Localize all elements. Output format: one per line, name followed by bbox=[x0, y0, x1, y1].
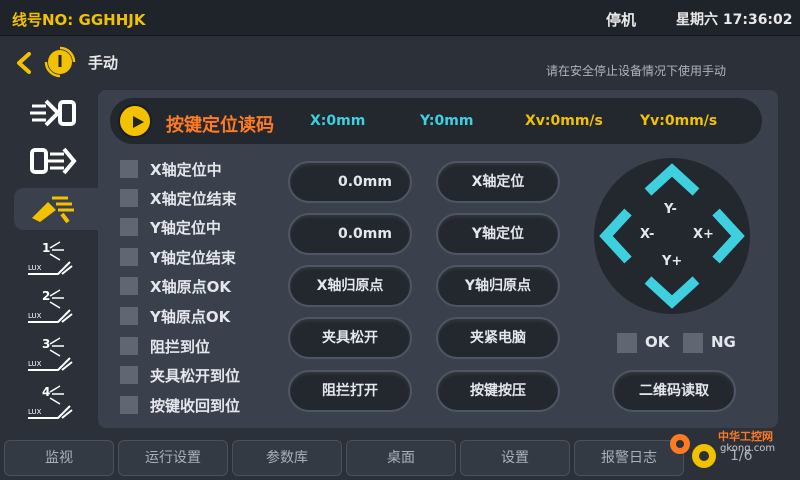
status-label: 夹具松开到位 bbox=[150, 367, 241, 385]
status-lamp bbox=[120, 248, 138, 266]
station-4-icon: 4 LUX bbox=[28, 385, 73, 419]
clamp-pc-button[interactable]: 夹紧电脑 bbox=[436, 317, 560, 359]
status-lamp bbox=[120, 218, 138, 236]
status-lamp bbox=[120, 189, 138, 207]
station-number: 3 bbox=[42, 337, 50, 351]
station-number: 4 bbox=[42, 385, 50, 399]
y-velocity-readout: Yv:0mm/s bbox=[640, 113, 718, 129]
ng-label: NG bbox=[711, 333, 736, 351]
top-status-bar: 线号NO: GGHHJK 停机 星期六 17:36:02 bbox=[0, 0, 800, 36]
stopper-open-button[interactable]: 阻拦打开 bbox=[288, 370, 412, 412]
nav-monitor[interactable]: 监视 bbox=[4, 440, 114, 476]
status-lamp bbox=[120, 160, 138, 178]
station-lux: LUX bbox=[28, 312, 42, 320]
status-label: X轴定位结束 bbox=[150, 190, 237, 208]
y-position-input[interactable]: 0.0mm bbox=[288, 213, 412, 255]
status-label: Y轴定位中 bbox=[150, 219, 221, 237]
jog-x-minus-label: X- bbox=[640, 227, 655, 242]
clock: 星期六 17:36:02 bbox=[676, 12, 793, 28]
key-press-button[interactable]: 按键按压 bbox=[436, 370, 560, 412]
ok-label: OK bbox=[645, 333, 670, 351]
station-number: 2 bbox=[42, 289, 50, 303]
x-locate-button[interactable]: X轴定位 bbox=[436, 161, 560, 203]
watermark-url: gkong.com bbox=[720, 443, 776, 454]
status-label: 阻拦到位 bbox=[150, 338, 211, 356]
machine-state: 停机 bbox=[606, 11, 637, 29]
manual-screen: 线号NO: GGHHJK 停机 星期六 17:36:02 手动 请在安全停止设备… bbox=[0, 0, 800, 480]
status-lamp bbox=[120, 307, 138, 325]
ng-lamp bbox=[683, 333, 703, 353]
watermark-text: 中华工控网 bbox=[718, 430, 773, 443]
axis-out-icon bbox=[30, 99, 76, 127]
status-label: Y轴原点OK bbox=[150, 308, 231, 326]
gripper-icon bbox=[32, 196, 74, 224]
sidebar-item-axis-in[interactable] bbox=[14, 140, 98, 182]
jog-up-arrow-icon[interactable] bbox=[644, 163, 700, 196]
x-position-readout: X:0mm bbox=[310, 113, 366, 129]
nav-parameter-library[interactable]: 参数库 bbox=[232, 440, 342, 476]
y-locate-button[interactable]: Y轴定位 bbox=[436, 213, 560, 255]
fixture-release-button[interactable]: 夹具松开 bbox=[288, 317, 412, 359]
sidebar-item-axis-out[interactable] bbox=[14, 92, 98, 134]
station-1-icon: 1 LUX bbox=[28, 241, 73, 275]
station-2-icon: 2 LUX bbox=[28, 289, 73, 323]
x-home-button[interactable]: X轴归原点 bbox=[288, 265, 412, 307]
jog-x-plus-label: X+ bbox=[693, 227, 714, 242]
sidebar-item-station-1[interactable]: 1 LUX bbox=[14, 236, 98, 278]
jog-y-minus-label: Y- bbox=[664, 202, 677, 217]
status-lamp bbox=[120, 366, 138, 384]
status-label: Y轴定位结束 bbox=[150, 249, 236, 267]
read-code-title: 按键定位读码 bbox=[166, 115, 274, 136]
play-icon[interactable] bbox=[118, 104, 152, 138]
ok-indicator: OK bbox=[617, 332, 677, 354]
station-number: 1 bbox=[42, 241, 50, 255]
nav-desktop[interactable]: 桌面 bbox=[346, 440, 456, 476]
y-home-button[interactable]: Y轴归原点 bbox=[436, 265, 560, 307]
station-lux: LUX bbox=[28, 264, 42, 272]
status-lamp bbox=[120, 396, 138, 414]
manual-mode-icon bbox=[44, 46, 76, 78]
safety-hint: 请在安全停止设备情况下使用手动 bbox=[546, 64, 727, 78]
station-lux: LUX bbox=[28, 360, 42, 368]
x-position-input[interactable]: 0.0mm bbox=[288, 161, 412, 203]
status-label: 按键收回到位 bbox=[150, 397, 241, 415]
sidebar-item-station-2[interactable]: 2 LUX bbox=[14, 284, 98, 326]
sidebar-item-gripper[interactable] bbox=[14, 188, 98, 230]
station-lux: LUX bbox=[28, 408, 42, 416]
y-position-readout: Y:0mm bbox=[420, 113, 474, 129]
ng-indicator: NG bbox=[683, 332, 743, 354]
jog-arrows bbox=[599, 163, 745, 309]
station-3-icon: 3 LUX bbox=[28, 337, 73, 371]
status-label: X轴定位中 bbox=[150, 161, 222, 179]
sidebar-item-station-4[interactable]: 4 LUX bbox=[14, 380, 98, 422]
ok-lamp bbox=[617, 333, 637, 353]
line-number: 线号NO: GGHHJK bbox=[12, 11, 146, 29]
status-label: X轴原点OK bbox=[150, 278, 231, 296]
jog-right-arrow-icon[interactable] bbox=[712, 208, 745, 264]
qr-read-button[interactable]: 二维码读取 bbox=[612, 370, 736, 412]
status-lamp bbox=[120, 337, 138, 355]
back-arrow-icon[interactable] bbox=[14, 52, 36, 74]
nav-run-settings[interactable]: 运行设置 bbox=[118, 440, 228, 476]
nav-settings[interactable]: 设置 bbox=[460, 440, 570, 476]
axis-in-icon bbox=[30, 147, 77, 175]
jog-y-plus-label: Y+ bbox=[662, 254, 683, 269]
status-lamp bbox=[120, 277, 138, 295]
page-title: 手动 bbox=[88, 54, 119, 72]
jog-left-arrow-icon[interactable] bbox=[599, 208, 632, 264]
x-velocity-readout: Xv:0mm/s bbox=[525, 113, 603, 129]
sidebar-item-station-3[interactable]: 3 LUX bbox=[14, 332, 98, 374]
jog-down-arrow-icon[interactable] bbox=[644, 276, 700, 309]
